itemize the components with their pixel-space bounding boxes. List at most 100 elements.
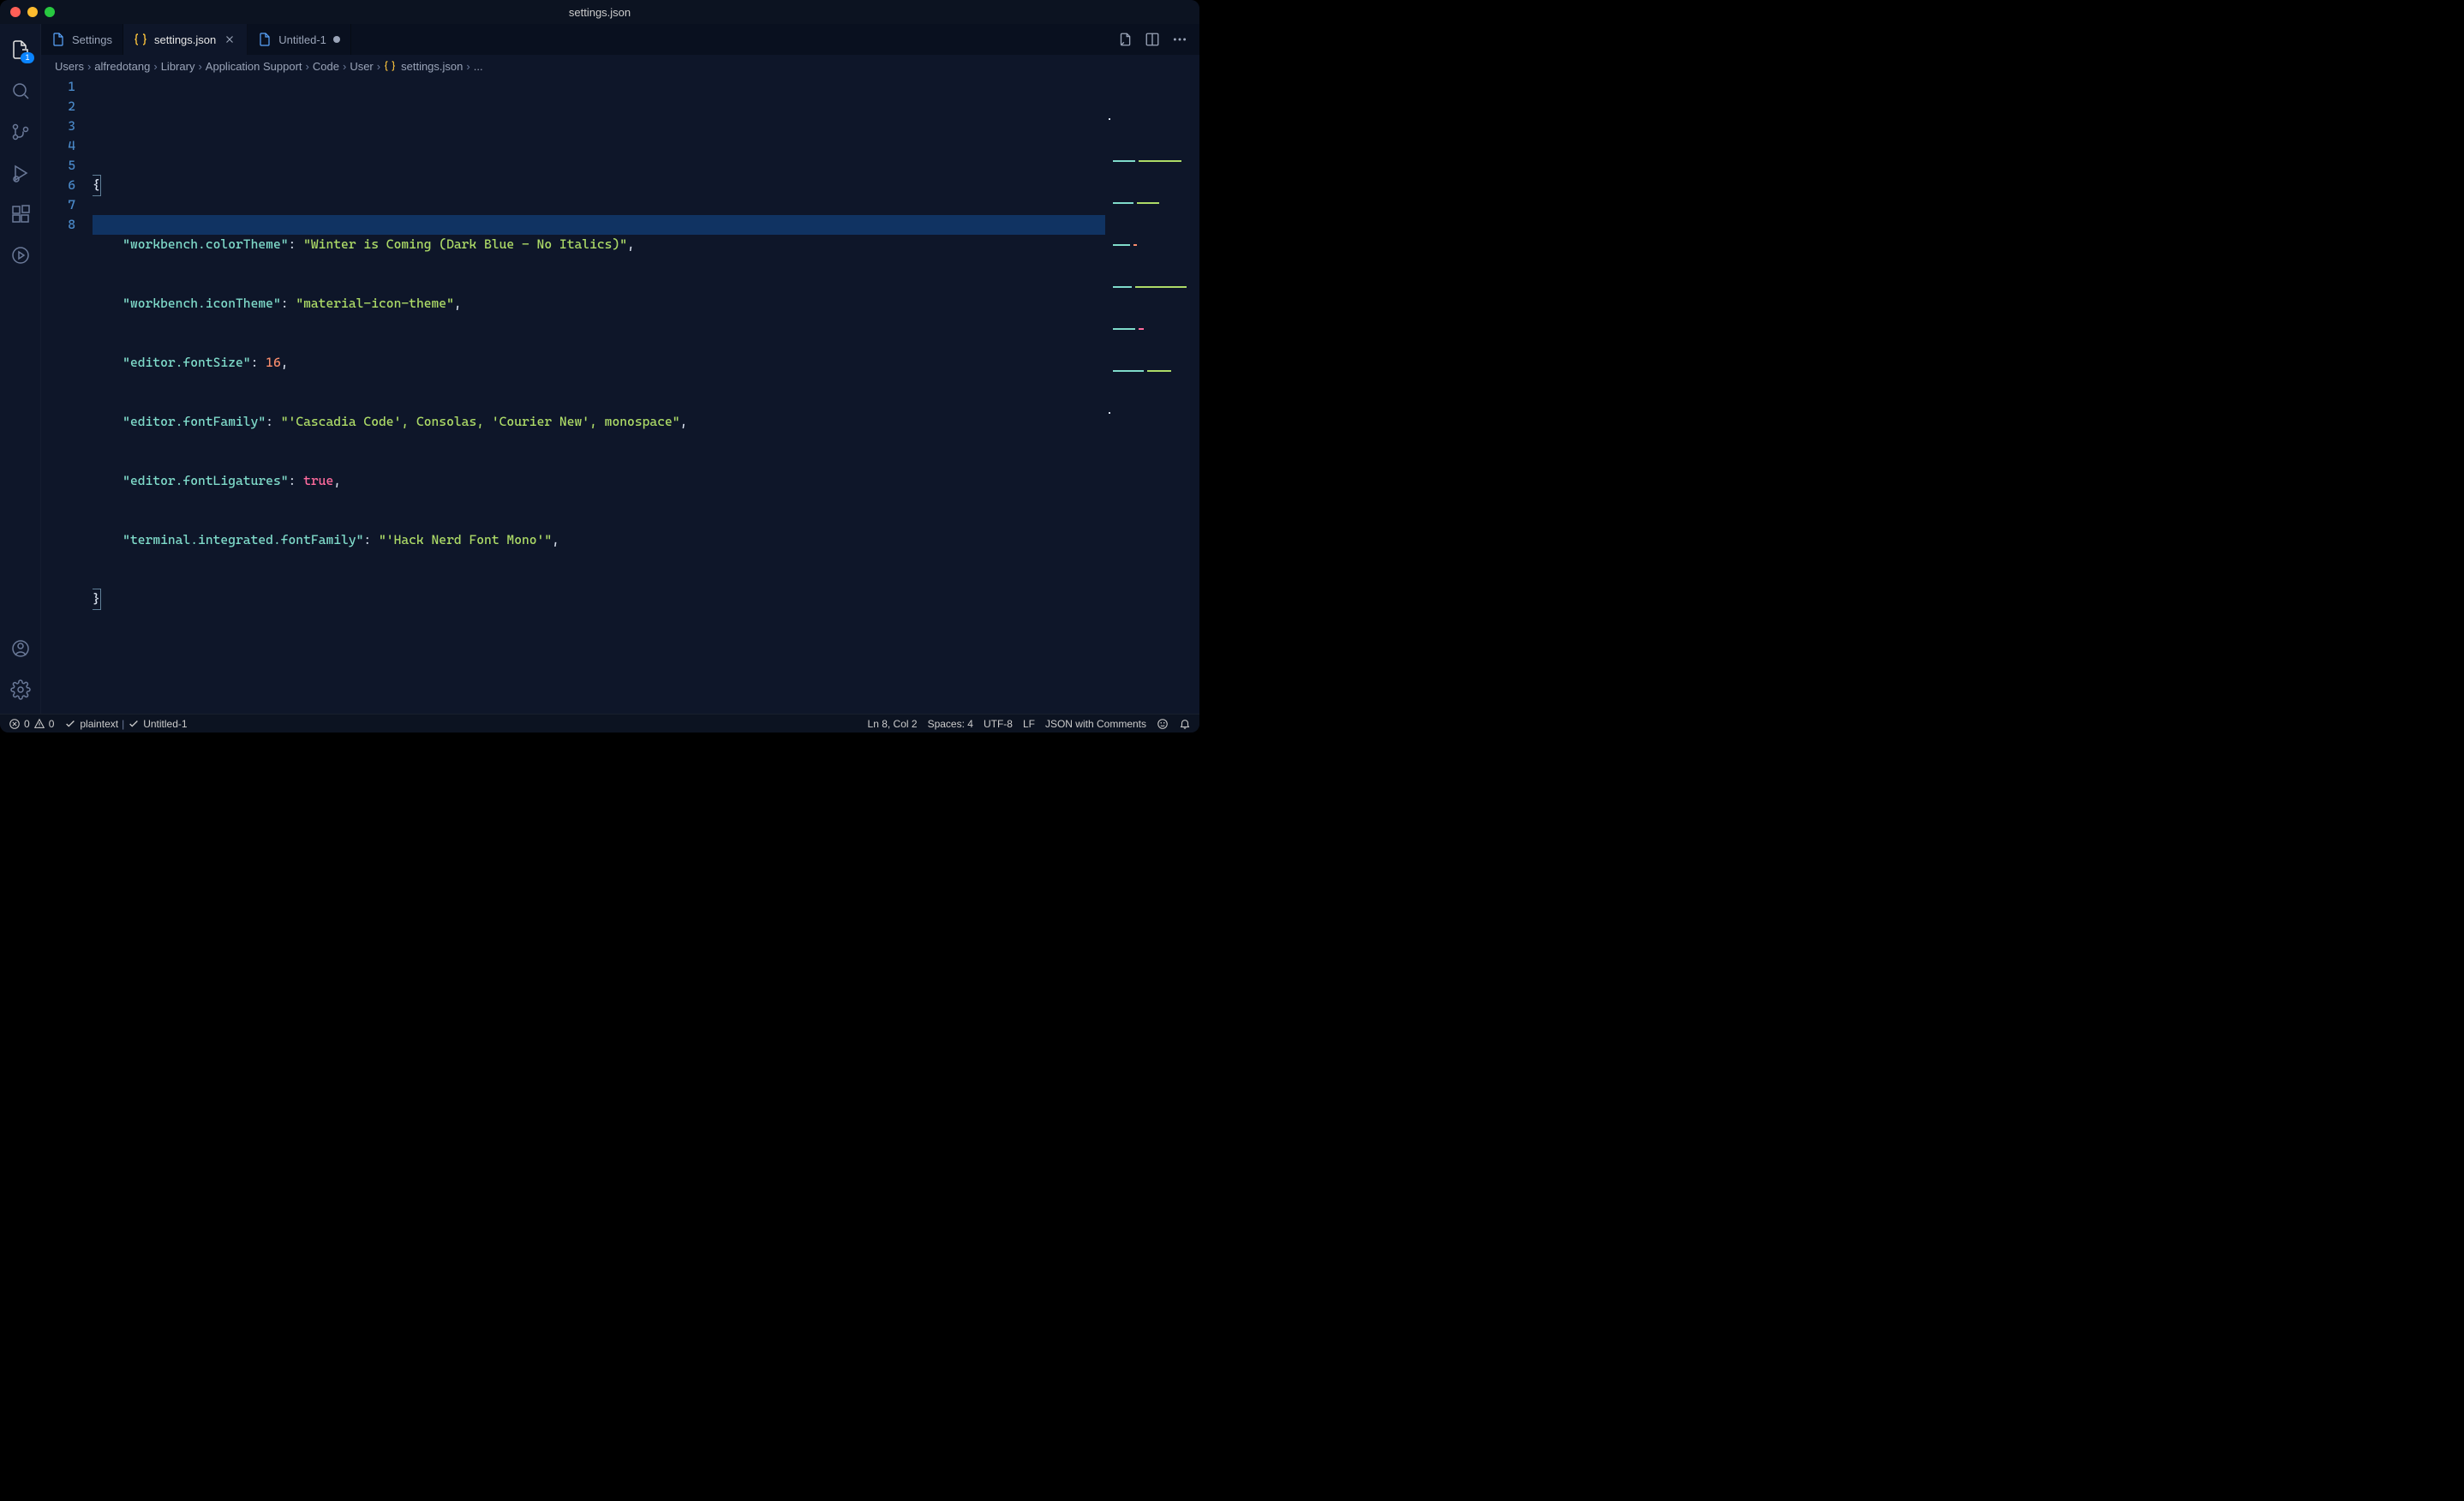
chevron-right-icon: › [343,60,346,73]
notifications-icon[interactable] [1179,718,1191,730]
code-text: , [552,530,559,550]
code-text: 16 [266,353,281,373]
explorer-icon[interactable]: 1 [0,31,41,69]
split-editor-icon[interactable] [1141,28,1163,51]
chevron-right-icon: › [153,60,157,73]
warning-count: 0 [49,718,55,730]
chevron-right-icon: › [306,60,309,73]
run-debug-icon[interactable] [0,154,41,192]
breadcrumb-item[interactable]: Users [55,60,84,73]
code-area[interactable]: { "workbench.colorTheme": "Winter is Com… [93,77,1199,714]
code-text: "'Hack Nerd Font Mono'" [379,530,552,550]
tab-untitled[interactable]: Untitled-1 [248,24,351,55]
line-number: 8 [41,215,75,235]
explorer-badge: 1 [21,52,33,63]
file-icon [258,33,272,46]
status-text: plaintext [80,718,118,730]
editor-area: Settings settings.json Untitled-1 [41,24,1199,714]
chevron-right-icon: › [466,60,469,73]
file-icon [51,33,65,46]
code-text [93,294,123,314]
status-bar: 0 0 plaintext | Untitled-1 Ln 8, Col 2 S… [0,714,1199,733]
line-number: 2 [41,97,75,117]
tab-settings[interactable]: Settings [41,24,123,55]
status-cursor[interactable]: Ln 8, Col 2 [868,718,918,730]
code-text: "Winter is Coming (Dark Blue - No Italic… [303,235,627,254]
editor-body[interactable]: 1 2 3 4 5 6 7 8 { "workbench.colorTheme"… [41,77,1199,714]
status-eol[interactable]: LF [1023,718,1035,730]
window-maximize-button[interactable] [45,7,55,17]
tab-label: settings.json [154,33,216,46]
window-close-button[interactable] [10,7,21,17]
line-number: 6 [41,176,75,195]
code-text [93,530,123,550]
code-text: , [454,294,462,314]
status-problems[interactable]: 0 0 [9,718,54,730]
status-indent[interactable]: Spaces: 4 [928,718,973,730]
code-text: "editor.fontLigatures" [123,471,288,491]
code-text [93,353,123,373]
code-text: : [281,294,296,314]
line-number: 7 [41,195,75,215]
breadcrumb-tail[interactable]: ... [474,60,483,73]
status-language-mode[interactable]: JSON with Comments [1045,718,1146,730]
open-changes-icon[interactable] [1114,28,1136,51]
breadcrumb-item[interactable]: User [350,60,373,73]
tab-label: Settings [72,33,112,46]
code-text: , [627,235,635,254]
app-window: settings.json 1 [0,0,1199,733]
window-title: settings.json [569,6,631,19]
tab-settings-json[interactable]: settings.json [123,24,248,55]
accounts-icon[interactable] [0,630,41,667]
extensions-icon[interactable] [0,195,41,233]
status-encoding[interactable]: UTF-8 [984,718,1013,730]
code-text [93,235,123,254]
breadcrumb-item[interactable]: Library [161,60,195,73]
breadcrumb-item[interactable]: alfredotang [94,60,150,73]
chevron-right-icon: › [198,60,201,73]
status-text: Untitled-1 [143,718,187,730]
code-text: : [251,353,266,373]
code-text: "editor.fontSize" [123,353,250,373]
close-icon[interactable] [223,33,236,46]
code-text: { [93,175,101,196]
breadcrumb-file[interactable]: settings.json [401,60,463,73]
dirty-indicator-icon [333,36,340,43]
main-area: 1 [0,24,1199,714]
tab-label: Untitled-1 [278,33,326,46]
line-gutter: 1 2 3 4 5 6 7 8 [41,77,93,714]
code-text: : [289,235,304,254]
status-language-check[interactable]: plaintext | Untitled-1 [64,718,187,730]
breadcrumb-item[interactable]: Code [313,60,339,73]
chevron-right-icon: › [377,60,380,73]
code-text: "'Cascadia Code', Consolas, 'Courier New… [281,412,680,432]
code-text: "editor.fontFamily" [123,412,266,432]
code-text: "material-icon-theme" [296,294,454,314]
chevron-right-icon: › [87,60,91,73]
code-text: } [93,589,101,610]
code-text: , [281,353,289,373]
source-control-icon[interactable] [0,113,41,151]
line-number: 3 [41,117,75,136]
more-actions-icon[interactable] [1169,28,1191,51]
live-share-icon[interactable] [0,236,41,274]
code-text: , [333,471,341,491]
breadcrumb-item[interactable]: Application Support [206,60,302,73]
minimap[interactable] [1105,77,1199,714]
search-icon[interactable] [0,72,41,110]
code-text [93,412,123,432]
code-text: true [303,471,333,491]
tab-actions [1105,24,1199,55]
code-text: "terminal.integrated.fontFamily" [123,530,363,550]
breadcrumbs[interactable]: Users › alfredotang › Library › Applicat… [41,55,1199,77]
settings-gear-icon[interactable] [0,671,41,709]
json-icon [134,33,147,46]
window-minimize-button[interactable] [27,7,38,17]
error-count: 0 [24,718,30,730]
code-text: : [289,471,304,491]
traffic-lights [0,7,55,17]
code-text: , [680,412,688,432]
code-text: "workbench.iconTheme" [123,294,281,314]
feedback-icon[interactable] [1157,718,1169,730]
line-number: 1 [41,77,75,97]
